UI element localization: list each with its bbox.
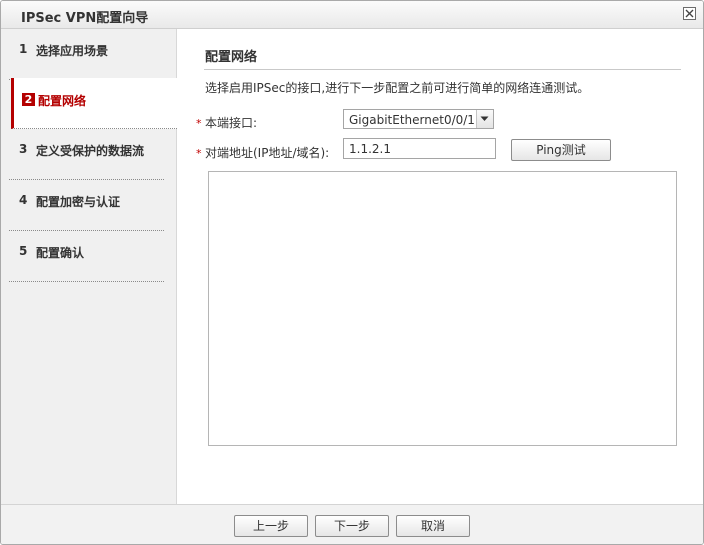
required-marker: * <box>196 147 202 160</box>
footer-bar: 上一步 下一步 取消 <box>1 504 703 544</box>
step-label: 配置加密与认证 <box>36 195 121 209</box>
step-number: 1 <box>19 42 28 56</box>
step-select-scenario[interactable]: 1 选择应用场景 <box>9 29 164 80</box>
step-label: 配置网络 <box>38 94 87 108</box>
cancel-button[interactable]: 取消 <box>396 515 470 537</box>
previous-button[interactable]: 上一步 <box>234 515 308 537</box>
step-label: 选择应用场景 <box>36 44 109 58</box>
chevron-down-icon[interactable] <box>476 110 493 128</box>
steps-sidebar: 1 选择应用场景 2 配置网络 3 定义受保护的数据流 4 配置加密与认证 5 … <box>1 29 177 504</box>
step-label: 定义受保护的数据流 <box>36 144 145 158</box>
ping-output-area[interactable] <box>208 171 677 446</box>
peer-address-label: 对端地址(IP地址/域名): <box>205 146 330 160</box>
step-label: 配置确认 <box>36 246 85 260</box>
window-title: IPSec VPN配置向导 <box>21 11 149 26</box>
next-button[interactable]: 下一步 <box>315 515 389 537</box>
page-description: 选择启用IPSec的接口,进行下一步配置之前可进行简单的网络连通测试。 <box>205 81 590 95</box>
step-number: 3 <box>19 142 28 156</box>
page-title: 配置网络 <box>205 50 258 65</box>
local-interface-select[interactable]: GigabitEthernet0/0/1 <box>343 109 494 129</box>
ping-test-button[interactable]: Ping测试 <box>511 139 611 161</box>
step-number: 4 <box>19 193 28 207</box>
step-number: 2 <box>22 93 35 106</box>
peer-address-input[interactable] <box>343 138 496 159</box>
local-interface-value: GigabitEthernet0/0/1 <box>349 113 475 127</box>
step-number: 5 <box>19 244 28 258</box>
required-marker: * <box>196 117 202 130</box>
heading-divider <box>204 69 681 70</box>
step-protected-flow[interactable]: 3 定义受保护的数据流 <box>9 129 164 180</box>
close-icon[interactable] <box>683 7 696 20</box>
step-confirm[interactable]: 5 配置确认 <box>9 231 164 282</box>
step-configure-network[interactable]: 2 配置网络 <box>11 78 177 129</box>
step-encryption-auth[interactable]: 4 配置加密与认证 <box>9 180 164 231</box>
local-interface-label: 本端接口: <box>205 116 258 130</box>
wizard-window: IPSec VPN配置向导 1 选择应用场景 2 配置网络 3 定义受保护的数据… <box>0 0 704 545</box>
title-bar: IPSec VPN配置向导 <box>1 1 703 29</box>
